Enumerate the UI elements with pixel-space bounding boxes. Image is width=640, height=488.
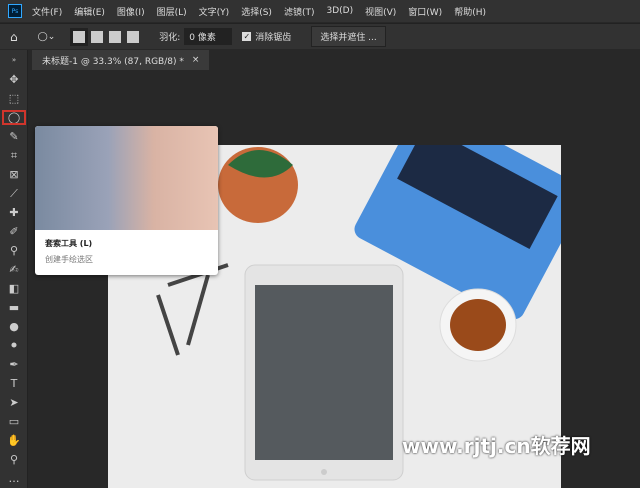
document-tab-bar: 未标题-1 @ 33.3% (87, RGB/8) * × [28,50,640,70]
intersect-selection-icon[interactable] [127,30,140,43]
eyedropper-tool-icon[interactable]: ⟋ [0,184,28,203]
stamp-tool-icon[interactable]: ⚲ [0,241,28,260]
tools-panel: » ✥ ⬚ ◯ ✎ ⌗ ⊠ ⟋ ✚ ✐ ⚲ ✍ ◧ ▬ ● ⚫ ✒ T ➤ ▭ … [0,50,28,488]
eraser-tool-icon[interactable]: ◧ [0,279,28,298]
check-icon: ✓ [242,32,252,41]
select-and-mask-button[interactable]: 选择并遮住 ... [311,26,386,47]
collapse-icon[interactable]: » [0,50,28,70]
antialias-label: 消除锯齿 [255,33,292,43]
photoshop-logo: Ps [8,4,22,18]
selection-mode-group [70,27,145,46]
lasso-tool-icon[interactable]: ◯ [0,108,28,127]
tooltip-title: 套索工具 (L) [45,239,93,248]
menu-help[interactable]: 帮助(H) [454,5,486,18]
dodge-tool-icon[interactable]: ⚫ [0,336,28,355]
menu-file[interactable]: 文件(F) [32,5,62,18]
menu-bar: Ps 文件(F) 编辑(E) 图像(I) 图层(L) 文字(Y) 选择(S) 滤… [0,0,640,22]
hand-tool-icon[interactable]: ✋ [0,431,28,450]
marquee-tool-icon[interactable]: ⬚ [0,89,28,108]
more-tools-icon[interactable]: … [0,469,28,488]
document-tab[interactable]: 未标题-1 @ 33.3% (87, RGB/8) * × [32,50,210,70]
history-brush-tool-icon[interactable]: ✍ [0,260,28,279]
pen-tool-icon[interactable]: ✒ [0,355,28,374]
add-selection-icon[interactable] [91,30,104,43]
menu-view[interactable]: 视图(V) [365,5,396,18]
gradient-tool-icon[interactable]: ▬ [0,298,28,317]
feather-input[interactable]: 0 像素 [184,28,233,45]
tooltip-preview-image [35,126,218,230]
path-select-tool-icon[interactable]: ➤ [0,393,28,412]
home-icon[interactable]: ⌂ [10,30,18,44]
menu-image[interactable]: 图像(I) [117,5,145,18]
quick-select-tool-icon[interactable]: ✎ [0,127,28,146]
menu-filter[interactable]: 滤镜(T) [284,5,315,18]
options-bar: ⌂ ◯⌄ 羽化: 0 像素 ✓ 消除锯齿 选择并遮住 ... [0,23,640,49]
watermark: www.rjtj.cn软荐网 [402,434,591,458]
healing-tool-icon[interactable]: ✚ [0,203,28,222]
type-tool-icon[interactable]: T [0,374,28,393]
zoom-tool-icon[interactable]: ⚲ [0,450,28,469]
menu-select[interactable]: 选择(S) [241,5,272,18]
tablet-screen [255,285,393,460]
menu-3d[interactable]: 3D(D) [326,6,353,16]
rectangle-tool-icon[interactable]: ▭ [0,412,28,431]
menu-type[interactable]: 文字(Y) [199,5,230,18]
brush-tool-icon[interactable]: ✐ [0,222,28,241]
glasses [156,263,229,356]
menu-edit[interactable]: 编辑(E) [74,5,105,18]
tool-tooltip: 套索工具 (L) 创建手绘选区 [35,126,218,275]
menu-layer[interactable]: 图层(L) [157,5,187,18]
tooltip-description: 创建手绘选区 [45,255,93,264]
menu-window[interactable]: 窗口(W) [408,5,442,18]
document-title: 未标题-1 @ 33.3% (87, RGB/8) * [42,56,184,67]
crop-tool-icon[interactable]: ⌗ [0,146,28,165]
subtract-selection-icon[interactable] [109,30,122,43]
blur-tool-icon[interactable]: ● [0,317,28,336]
feather-label: 羽化: [159,33,181,43]
antialias-checkbox[interactable]: ✓ 消除锯齿 [242,30,291,43]
new-selection-icon[interactable] [70,27,89,46]
lasso-preset-icon[interactable]: ◯⌄ [38,32,56,42]
close-tab-icon[interactable]: × [192,55,200,65]
frame-tool-icon[interactable]: ⊠ [0,165,28,184]
move-tool-icon[interactable]: ✥ [0,70,28,89]
